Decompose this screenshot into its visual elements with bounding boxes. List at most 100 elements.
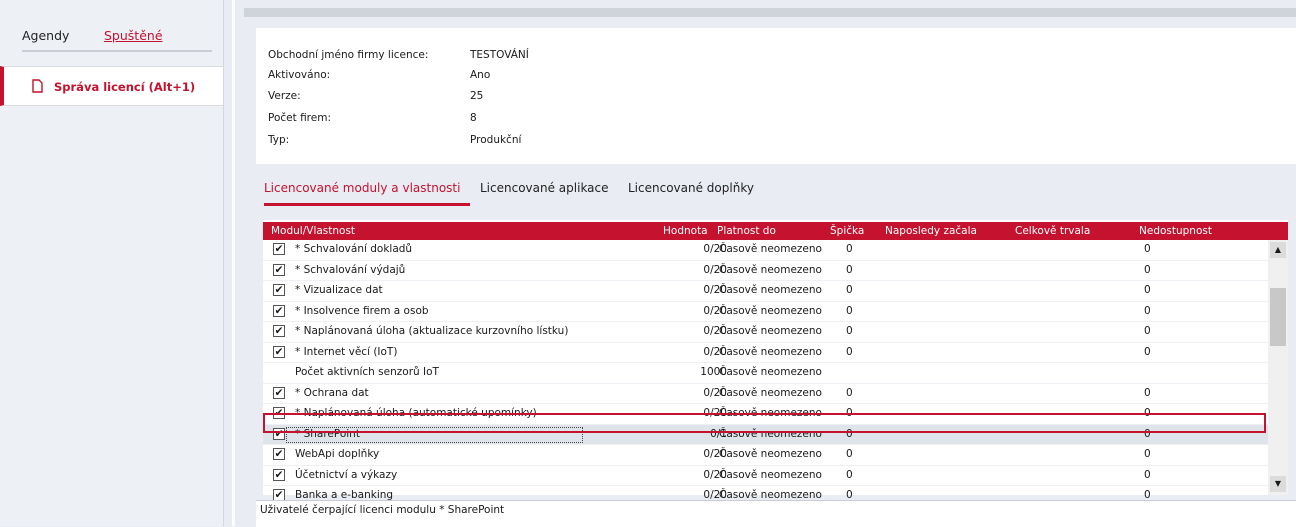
module-tabs: Licencované moduly a vlastnosti Licencov… bbox=[256, 176, 1296, 206]
cell-name: * SharePoint bbox=[295, 427, 360, 440]
cell-ned: 0 bbox=[1144, 468, 1151, 481]
cell-ned: 0 bbox=[1144, 263, 1151, 276]
info-key: Typ: bbox=[268, 134, 290, 146]
col-nedostupnost[interactable]: Nedostupnost bbox=[1139, 225, 1212, 237]
scroll-up-icon[interactable]: ▲ bbox=[1270, 242, 1286, 258]
tab-licencovane-aplikace[interactable]: Licencované aplikace bbox=[480, 181, 609, 195]
table-row[interactable]: ✔ * Vizualizace dat 0/20 Časově neomezeno 0 0 bbox=[263, 281, 1268, 302]
cell-spicka: 0 bbox=[846, 304, 853, 317]
col-modul[interactable]: Modul/Vlastnost bbox=[271, 225, 355, 237]
col-naposledy[interactable]: Naposledy začala bbox=[885, 225, 977, 237]
scroll-down-icon[interactable]: ▼ bbox=[1270, 476, 1286, 492]
table-row[interactable]: ✔ * Naplánovaná úloha (automatické upomín… bbox=[263, 404, 1268, 425]
table-row[interactable]: ✔ WebApi doplňky 0/20 Časově neomezeno 0 0 bbox=[263, 445, 1268, 466]
splitter[interactable] bbox=[232, 0, 235, 526]
sidebar-item-label: Správa licencí (Alt+1) bbox=[54, 80, 196, 94]
cell-spicka: 0 bbox=[846, 263, 853, 276]
cell-ned: 0 bbox=[1144, 386, 1151, 399]
cell-platnost: Časově neomezeno bbox=[719, 407, 822, 419]
cell-platnost: Časově neomezeno bbox=[719, 427, 822, 440]
tab-licencovane-doplnky[interactable]: Licencované doplňky bbox=[628, 181, 754, 195]
row-checkbox[interactable]: ✔ bbox=[273, 345, 285, 358]
table-row[interactable]: ✔ Účetnictví a výkazy 0/20 Časově neomezeno… bbox=[263, 466, 1268, 486]
cell-platnost: Časově neomezeno bbox=[719, 345, 822, 358]
cell-platnost: Časově neomezeno bbox=[719, 448, 822, 460]
cell-spicka: 0 bbox=[846, 345, 853, 358]
cell-platnost: Časově neomezeno bbox=[719, 325, 822, 337]
row-checkbox[interactable]: ✔ bbox=[273, 284, 285, 296]
cell-name: * Naplánovaná úloha (aktualizace kurzovn… bbox=[295, 325, 569, 337]
row-checkbox[interactable]: ✔ bbox=[273, 407, 285, 419]
info-key: Obchodní jméno firmy licence: bbox=[268, 49, 429, 61]
info-value: 8 bbox=[470, 112, 477, 124]
cell-name: * Schvalování výdajů bbox=[295, 263, 406, 276]
col-celkove[interactable]: Celkově trvala bbox=[1015, 225, 1090, 237]
cell-platnost: Časově neomezeno bbox=[719, 263, 822, 276]
tab-spustene[interactable]: Spuštěné bbox=[104, 28, 163, 43]
cell-ned: 0 bbox=[1144, 407, 1151, 419]
cell-name: * Internet věcí (IoT) bbox=[295, 345, 398, 358]
cell-platnost: Časově neomezeno bbox=[719, 304, 822, 317]
cell-name: * Ochrana dat bbox=[295, 386, 369, 399]
table-row[interactable]: Počet aktivních senzorů IoT 1000 Časově ne… bbox=[263, 363, 1268, 384]
sidebar-item-sprava-licenci[interactable]: Správa licencí (Alt+1) bbox=[0, 66, 223, 106]
row-checkbox[interactable]: ✔ bbox=[273, 243, 285, 255]
row-checkbox[interactable]: ✔ bbox=[273, 468, 285, 481]
cell-name: * Schvalování dokladů bbox=[295, 243, 413, 255]
cell-name: WebApi doplňky bbox=[295, 448, 380, 460]
sidebar-tabs: Agendy Spuštěné bbox=[22, 28, 212, 52]
col-platnost[interactable]: Platnost do bbox=[717, 225, 776, 237]
info-value: Produkční bbox=[470, 134, 522, 146]
table-row[interactable]: ✔ * Naplánovaná úloha (aktualizace kurzov… bbox=[263, 322, 1268, 343]
row-checkbox[interactable]: ✔ bbox=[273, 325, 285, 337]
table-row[interactable]: ✔ * Ochrana dat 0/20 Časově neomezeno 0 0 bbox=[263, 384, 1268, 404]
cell-spicka: 0 bbox=[846, 284, 853, 296]
tab-agendy[interactable]: Agendy bbox=[22, 28, 69, 43]
cell-spicka: 0 bbox=[846, 386, 853, 399]
footer-label: Uživatelé čerpající licenci modulu * Sha… bbox=[260, 504, 505, 516]
cell-spicka: 0 bbox=[846, 325, 853, 337]
cell-ned: 0 bbox=[1144, 427, 1151, 440]
cell-platnost: Časově neomezeno bbox=[719, 243, 822, 255]
modules-grid: Modul/Vlastnost Hodnota Platnost do Špič… bbox=[263, 220, 1288, 507]
cell-ned: 0 bbox=[1144, 304, 1151, 317]
cell-name: Účetnictví a výkazy bbox=[295, 468, 398, 481]
cell-spicka: 0 bbox=[846, 468, 853, 481]
cell-spicka: 0 bbox=[846, 407, 853, 419]
cell-platnost: Časově neomezeno bbox=[719, 386, 822, 399]
cell-ned: 0 bbox=[1144, 243, 1151, 255]
row-checkbox[interactable]: ✔ bbox=[273, 427, 285, 440]
footer-panel: Uživatelé čerpající licenci modulu * Sha… bbox=[256, 500, 1296, 527]
cell-ned: 0 bbox=[1144, 284, 1151, 296]
info-value: Ano bbox=[470, 69, 491, 81]
cell-ned: 0 bbox=[1144, 325, 1151, 337]
info-value: 25 bbox=[470, 90, 484, 102]
tab-licencovane-moduly[interactable]: Licencované moduly a vlastnosti bbox=[264, 181, 460, 195]
cell-ned: 0 bbox=[1144, 448, 1151, 460]
cell-ned: 0 bbox=[1144, 345, 1151, 358]
grid-header: Modul/Vlastnost Hodnota Platnost do Špič… bbox=[263, 222, 1288, 240]
info-key: Aktivováno: bbox=[268, 69, 331, 81]
row-checkbox[interactable]: ✔ bbox=[273, 448, 285, 460]
cell-name: Počet aktivních senzorů IoT bbox=[295, 366, 439, 378]
document-icon bbox=[32, 79, 43, 93]
scrollbar[interactable]: ▲ ▼ bbox=[1268, 240, 1288, 495]
info-key: Počet firem: bbox=[268, 112, 331, 124]
grid-rows: ✔ * Schvalování dokladů 0/20 Časově neomeze… bbox=[263, 240, 1268, 507]
row-checkbox[interactable]: ✔ bbox=[273, 304, 285, 317]
row-checkbox[interactable]: ✔ bbox=[273, 386, 285, 399]
table-row[interactable]: ✔ * Schvalování výdajů 0/20 Časově neomezen… bbox=[263, 261, 1268, 281]
table-row[interactable]: ✔ * Insolvence firem a osob 0/20 Časově neo… bbox=[263, 302, 1268, 322]
scroll-thumb[interactable] bbox=[1270, 288, 1286, 346]
license-info: Obchodní jméno firmy licence: TESTOVÁNÍ … bbox=[256, 28, 1296, 164]
cell-name: * Insolvence firem a osob bbox=[295, 304, 429, 317]
table-row[interactable]: ✔ * SharePoint 0/1 Časově neomezeno 0 0 bbox=[263, 424, 1268, 445]
cell-name: * Vizualizace dat bbox=[295, 284, 383, 296]
row-checkbox[interactable]: ✔ bbox=[273, 263, 285, 276]
table-row[interactable]: ✔ * Schvalování dokladů 0/20 Časově neomeze… bbox=[263, 240, 1268, 261]
cell-spicka: 0 bbox=[846, 448, 853, 460]
table-row[interactable]: ✔ * Internet věcí (IoT) 0/20 Časově neomeze… bbox=[263, 343, 1268, 363]
col-hodnota[interactable]: Hodnota bbox=[663, 225, 708, 237]
col-spicka[interactable]: Špička bbox=[830, 225, 864, 237]
sidebar: Agendy Spuštěné Správa licencí (Alt+1) bbox=[0, 0, 224, 526]
